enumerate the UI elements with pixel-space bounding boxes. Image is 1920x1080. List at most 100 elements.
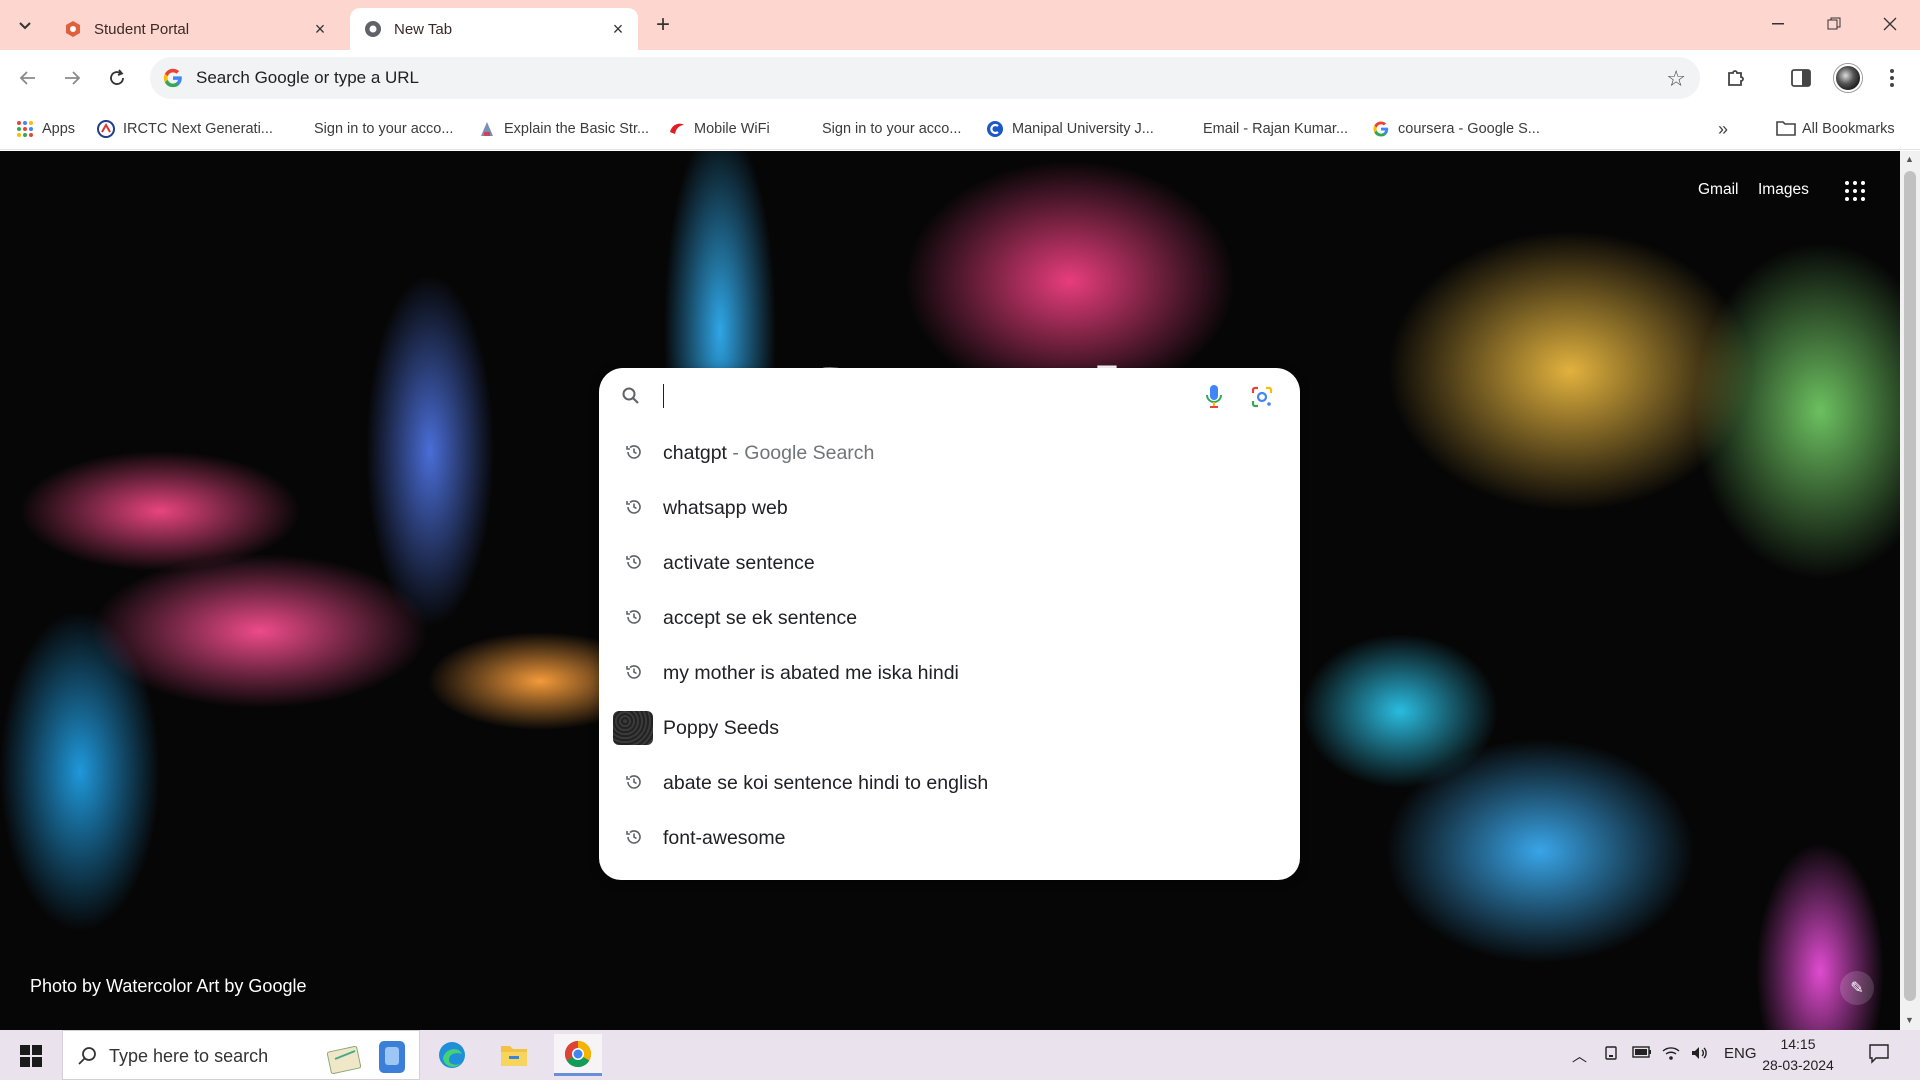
bookmarks-overflow-button[interactable]: » <box>1718 118 1728 140</box>
back-button[interactable] <box>10 60 46 96</box>
suggestion-text: Poppy Seeds <box>663 717 780 739</box>
bookmark-coursera[interactable]: coursera - Google S... <box>1372 118 1540 140</box>
arrow-right-icon <box>65 71 81 85</box>
suggestion-item[interactable]: chatgpt - Google Search <box>599 426 1300 481</box>
suggestion-item[interactable]: Poppy Seeds <box>599 701 1300 756</box>
minimize-button[interactable] <box>1750 0 1806 48</box>
double-chevron-right-icon: » <box>1718 118 1729 139</box>
taskbar-chrome[interactable] <box>554 1034 602 1076</box>
tab-strip: Student Portal × New Tab × + <box>0 0 1920 50</box>
windows-start-icon[interactable] <box>20 1045 42 1067</box>
taskbar-clock[interactable]: 14:15 28-03-2024 <box>1756 1034 1840 1076</box>
close-window-button[interactable] <box>1862 0 1918 48</box>
taskbar-search-box[interactable]: Type here to search <box>62 1030 420 1080</box>
bookmark-label: Email - Rajan Kumar... <box>1203 121 1349 137</box>
restore-button[interactable] <box>1806 0 1862 48</box>
suggestion-item[interactable]: accept se ek sentence <box>599 591 1300 646</box>
suggestion-item[interactable]: whatsapp web <box>599 481 1300 536</box>
bookmark-apps[interactable]: Apps <box>16 118 75 140</box>
new-tab-button[interactable]: + <box>650 11 676 38</box>
tab-search-button[interactable] <box>8 10 42 40</box>
notification-center-icon[interactable] <box>1868 1042 1890 1068</box>
manipal-icon <box>986 120 1004 138</box>
restore-icon <box>1827 17 1841 30</box>
google-icon <box>1372 120 1390 138</box>
chrome-icon <box>564 1040 592 1067</box>
language-indicator[interactable]: ENG <box>1724 1045 1757 1062</box>
volume-icon[interactable] <box>1690 1045 1708 1065</box>
apps-grid-icon <box>16 120 34 138</box>
history-icon <box>626 775 641 789</box>
gmail-link[interactable]: Gmail <box>1698 181 1738 199</box>
suggestion-thumbnail <box>613 711 653 745</box>
close-tab-icon[interactable]: × <box>608 19 628 39</box>
clock-time: 14:15 <box>1780 1036 1816 1052</box>
tray-device-icon[interactable] <box>1603 1045 1619 1065</box>
omnibox-text: Search Google or type a URL <box>196 68 420 87</box>
microsoft-icon <box>796 120 814 138</box>
microphone-icon[interactable] <box>1205 384 1223 410</box>
kebab-menu-icon <box>1890 69 1894 87</box>
background-credit[interactable]: Photo by Watercolor Art by Google <box>30 976 306 997</box>
scroll-up-icon[interactable]: ▲ <box>1905 154 1914 164</box>
scrollbar-thumb[interactable] <box>1904 171 1916 1001</box>
history-icon <box>626 610 641 624</box>
bookmark-ms-signin-1[interactable]: Sign in to your acco... <box>288 118 453 140</box>
page-icon <box>478 120 496 138</box>
extensions-button[interactable] <box>1720 62 1752 94</box>
google-apps-icon[interactable] <box>1845 181 1865 201</box>
chrome-menu-button[interactable] <box>1876 62 1908 94</box>
student-portal-favicon-icon <box>64 20 82 38</box>
all-bookmarks-button[interactable]: All Bookmarks <box>1776 118 1895 140</box>
google-lens-icon[interactable] <box>1250 385 1274 409</box>
folder-icon <box>501 1046 527 1066</box>
suggestion-item[interactable]: activate sentence <box>599 536 1300 591</box>
bookmark-label: Apps <box>42 121 76 137</box>
minimize-icon <box>1772 23 1784 25</box>
bookmark-label: IRCTC Next Generati... <box>123 121 273 137</box>
taskbar-search-placeholder: Type here to search <box>109 1046 269 1066</box>
search-icon <box>622 387 639 404</box>
history-icon <box>626 555 641 569</box>
suggestion-item[interactable]: font-awesome <box>599 811 1300 866</box>
battery-icon[interactable] <box>1632 1045 1652 1063</box>
suggestion-item[interactable]: my mother is abated me iska hindi <box>599 646 1300 701</box>
customize-button[interactable]: ✎ <box>1840 971 1874 1005</box>
taskbar-file-explorer[interactable] <box>490 1034 538 1076</box>
tab-student-portal[interactable]: Student Portal × <box>50 8 340 50</box>
bookmark-mobile-wifi[interactable]: Mobile WiFi <box>668 118 770 140</box>
bookmark-label: coursera - Google S... <box>1398 121 1540 137</box>
forward-button[interactable] <box>54 60 90 96</box>
profile-avatar[interactable] <box>1834 64 1862 92</box>
google-g-icon <box>163 68 182 88</box>
history-icon <box>626 500 641 514</box>
images-link[interactable]: Images <box>1758 181 1809 199</box>
irctc-icon <box>97 120 115 138</box>
bookmark-email-rajan[interactable]: Email - Rajan Kumar... <box>1177 118 1348 140</box>
realbox-search: chatgpt - Google Search whatsapp web act… <box>599 368 1300 880</box>
page-scrollbar[interactable]: ▲ ▼ <box>1900 151 1920 1030</box>
tab-new-tab[interactable]: New Tab × <box>350 8 638 50</box>
bookmark-manipal[interactable]: Manipal University J... <box>986 118 1154 140</box>
bookmark-irctc[interactable]: IRCTC Next Generati... <box>97 118 273 140</box>
clock-date: 28-03-2024 <box>1762 1057 1834 1073</box>
omnibox[interactable]: Search Google or type a URL ☆ <box>150 57 1700 99</box>
pencil-icon: ✎ <box>1850 980 1864 997</box>
close-tab-icon[interactable]: × <box>310 19 330 39</box>
bookmark-label: Explain the Basic Str... <box>504 121 650 137</box>
tab-title: Student Portal <box>94 20 190 38</box>
reload-button[interactable] <box>99 60 135 96</box>
suggestion-item[interactable]: abate se koi sentence hindi to english <box>599 756 1300 811</box>
bookmark-star-icon[interactable]: ☆ <box>1666 66 1686 92</box>
taskbar-edge[interactable] <box>428 1034 476 1076</box>
side-panel-icon <box>1791 69 1811 87</box>
scroll-down-icon[interactable]: ▼ <box>1905 1015 1914 1025</box>
wifi-icon[interactable] <box>1662 1045 1680 1065</box>
tray-overflow-chevron-icon[interactable]: ︿ <box>1572 1045 1587 1066</box>
suggestion-text: whatsapp web <box>663 497 788 519</box>
bookmark-ms-signin-2[interactable]: Sign in to your acco... <box>796 118 961 140</box>
bookmark-explain-basic[interactable]: Explain the Basic Str... <box>478 118 649 140</box>
side-panel-button[interactable] <box>1785 62 1817 94</box>
microsoft-icon <box>1177 120 1195 138</box>
realbox-input[interactable] <box>599 368 1300 424</box>
